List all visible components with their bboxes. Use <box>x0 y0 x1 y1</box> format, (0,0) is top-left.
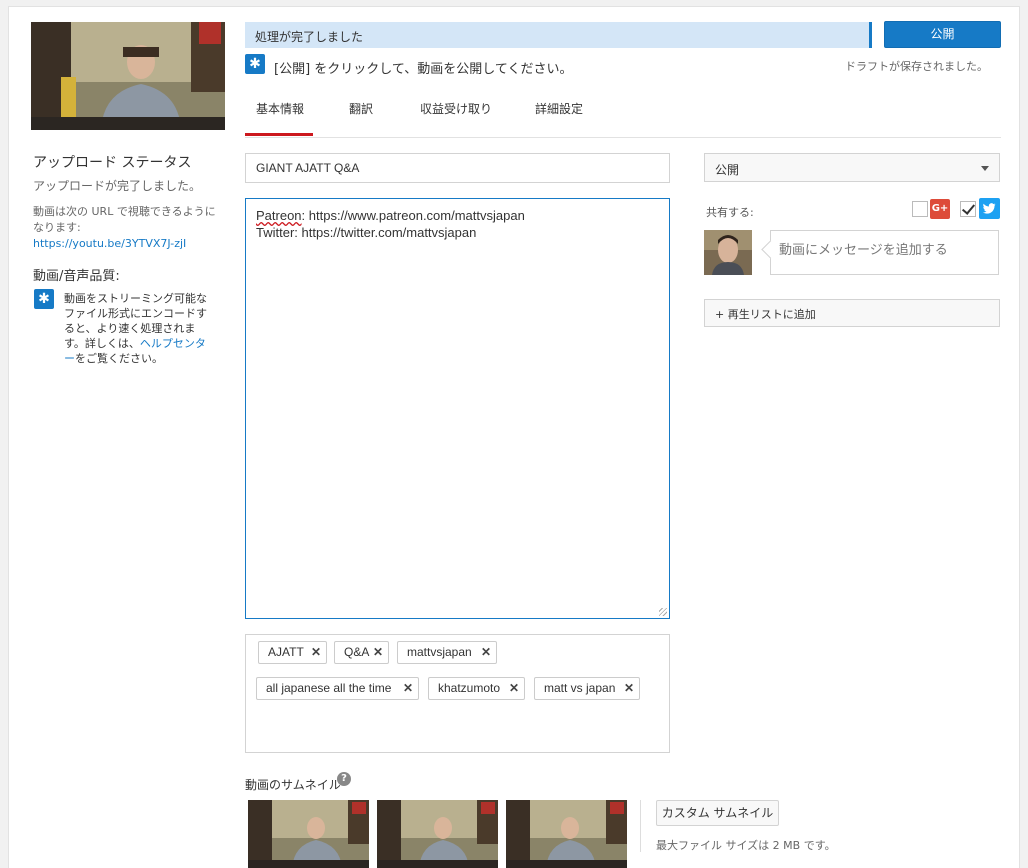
share-gplus-checkbox[interactable] <box>912 201 928 217</box>
remove-tag-icon[interactable]: ✕ <box>509 681 519 695</box>
custom-thumbnail-button[interactable]: カスタム サムネイル <box>656 800 779 826</box>
tab-advanced-settings[interactable]: 詳細設定 <box>535 100 583 117</box>
active-tab-indicator <box>245 133 313 136</box>
description-word: Patreon <box>256 208 302 223</box>
publish-button[interactable]: 公開 <box>884 21 1001 48</box>
max-file-size-text: 最大ファイル サイズは 2 MB です。 <box>656 839 836 852</box>
tab-translation[interactable]: 翻訳 <box>349 100 373 117</box>
tag-chip: Q&A ✕ <box>334 641 389 664</box>
add-to-playlist-button[interactable]: + 再生リストに追加 <box>704 299 1000 327</box>
video-preview-thumbnail <box>31 22 225 130</box>
share-label: 共有する: <box>706 206 754 219</box>
description-text: : https://www.patreon.com/mattvsjapan <box>301 208 525 223</box>
tag-label: matt vs japan <box>544 681 616 695</box>
avatar <box>704 230 752 275</box>
draft-saved-text: ドラフトが保存されました。 <box>845 60 988 73</box>
help-icon[interactable]: ? <box>337 772 351 786</box>
upload-status-title: アップロード ステータス <box>33 155 192 171</box>
thumbnail-option-3[interactable] <box>506 800 627 868</box>
share-message-input[interactable]: 動画にメッセージを追加する <box>770 230 999 275</box>
remove-tag-icon[interactable]: ✕ <box>403 681 413 695</box>
tags-field[interactable]: AJATT ✕ Q&A ✕ mattvsjapan ✕ all japanese al… <box>245 634 670 753</box>
publish-hint-text: [公開] をクリックして、動画を公開してください。 <box>274 62 573 77</box>
star-icon: ✱ <box>245 54 265 74</box>
tab-basic-info[interactable]: 基本情報 <box>256 100 304 117</box>
resize-handle[interactable] <box>659 608 667 616</box>
tab-monetization[interactable]: 収益受け取り <box>420 100 492 117</box>
quality-info-tail: をご覧ください。 <box>75 352 163 365</box>
description-line: Twitter: https://twitter.com/mattvsjapan <box>256 225 477 240</box>
upload-complete-text: アップロードが完了しました。 <box>33 179 202 193</box>
remove-tag-icon[interactable]: ✕ <box>481 645 491 659</box>
tag-chip: all japanese all the time ✕ <box>256 677 419 700</box>
tag-label: mattvsjapan <box>407 645 472 659</box>
remove-tag-icon[interactable]: ✕ <box>311 645 321 659</box>
privacy-select[interactable]: 公開 <box>704 153 1000 182</box>
progress-label: 処理が完了しました <box>255 30 364 44</box>
quality-title: 動画/音声品質: <box>33 269 120 284</box>
twitter-icon <box>979 198 1000 219</box>
privacy-value: 公開 <box>715 163 740 177</box>
processing-progress-bar: 処理が完了しました <box>245 22 872 48</box>
video-url-text: 動画は次の URL で視聴できるようになります: https://youtu.b… <box>33 204 223 252</box>
google-plus-icon: G+ <box>930 199 950 219</box>
share-twitter-checkbox[interactable] <box>960 201 976 217</box>
description-line: Patreon: https://www.patreon.com/mattvsj… <box>256 207 659 224</box>
thumbnail-divider <box>640 800 641 852</box>
video-url-link[interactable]: https://youtu.be/3YTVX7J-zjI <box>33 237 186 250</box>
title-input[interactable]: GIANT AJATT Q&A <box>245 153 670 183</box>
star-icon: ✱ <box>34 289 54 309</box>
tag-chip: matt vs japan ✕ <box>534 677 640 700</box>
quality-info-text: 動画をストリーミング可能なファイル形式にエンコードすると、より速く処理されます。… <box>64 291 214 366</box>
chevron-down-icon <box>981 166 989 171</box>
tag-label: all japanese all the time <box>266 681 392 695</box>
tab-bar: 基本情報 翻訳 収益受け取り 詳細設定 <box>245 88 1001 138</box>
tag-label: AJATT <box>268 645 304 659</box>
thumbnail-option-1[interactable] <box>248 800 369 868</box>
tag-label: khatzumoto <box>438 681 501 695</box>
remove-tag-icon[interactable]: ✕ <box>373 645 383 659</box>
thumbnails-title: 動画のサムネイル <box>245 778 341 792</box>
thumbnail-option-2[interactable] <box>377 800 498 868</box>
description-textarea[interactable]: Patreon: https://www.patreon.com/mattvsj… <box>245 198 670 619</box>
tag-label: Q&A <box>344 645 370 659</box>
tag-chip: mattvsjapan ✕ <box>397 641 497 664</box>
video-url-label: 動画は次の URL で視聴できるようになります: <box>33 205 216 234</box>
tag-chip: AJATT ✕ <box>258 641 327 664</box>
remove-tag-icon[interactable]: ✕ <box>624 681 634 695</box>
tag-chip: khatzumoto ✕ <box>428 677 525 700</box>
